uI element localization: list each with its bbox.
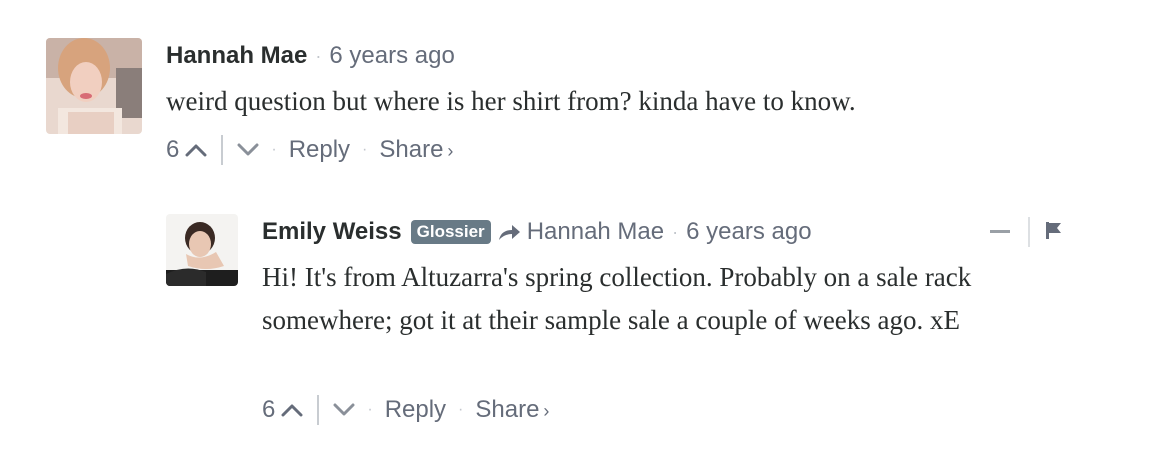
downvote-button[interactable]: [333, 403, 355, 417]
share-label: Share: [379, 136, 444, 163]
comment-tools: [988, 216, 1064, 248]
separator-dot: ·: [362, 141, 368, 158]
timestamp[interactable]: 6 years ago: [686, 218, 811, 246]
collapse-button[interactable]: [988, 223, 1012, 241]
avatar[interactable]: [166, 214, 238, 286]
vote-count: 6: [166, 136, 180, 163]
comment-footer: 6 · Reply · Share ›: [166, 133, 453, 167]
author-name[interactable]: Hannah Mae: [166, 42, 307, 70]
vote-divider: [221, 135, 224, 165]
reply-button[interactable]: Reply: [289, 136, 350, 164]
comment-header: Emily Weiss Glossier Hannah Mae · 6 year…: [262, 216, 862, 248]
chevron-up-icon: [281, 404, 303, 417]
comment-body: Hi! It's from Altuzarra's spring collect…: [262, 262, 972, 335]
separator-dot: ·: [315, 45, 322, 66]
reply-arrow-icon: [497, 222, 521, 242]
comment-body: weird question but where is her shirt fr…: [166, 86, 856, 116]
minus-icon: [990, 230, 1010, 233]
share-button[interactable]: Share ›: [475, 396, 549, 424]
vote-divider: [317, 395, 320, 425]
downvote-button[interactable]: [237, 143, 259, 157]
share-chevron: ›: [447, 141, 454, 161]
comment-header: Hannah Mae · 6 years ago: [166, 40, 455, 72]
avatar[interactable]: [46, 38, 142, 134]
tools-divider: [1028, 217, 1030, 247]
flag-icon: [1046, 221, 1061, 239]
separator-dot: ·: [672, 221, 679, 242]
author-name[interactable]: Emily Weiss: [262, 218, 402, 246]
flag-button[interactable]: [1044, 220, 1064, 245]
share-label: Share: [475, 396, 540, 423]
author-badge: Glossier: [410, 220, 491, 244]
separator-dot: ·: [271, 141, 277, 158]
reply-button[interactable]: Reply: [385, 396, 446, 424]
vote-count: 6: [262, 396, 276, 423]
timestamp[interactable]: 6 years ago: [329, 42, 454, 70]
chevron-down-icon: [333, 403, 355, 416]
separator-dot: ·: [367, 401, 373, 418]
in-reply-to-link[interactable]: Hannah Mae: [527, 218, 664, 246]
chevron-up-icon: [185, 144, 207, 157]
upvote-button[interactable]: [281, 403, 303, 417]
share-button[interactable]: Share ›: [379, 136, 453, 164]
comment-footer: 6 · Reply · Share ›: [262, 393, 549, 427]
upvote-button[interactable]: [185, 143, 207, 157]
separator-dot: ·: [458, 401, 464, 418]
chevron-down-icon: [237, 143, 259, 156]
share-chevron: ›: [543, 401, 550, 421]
